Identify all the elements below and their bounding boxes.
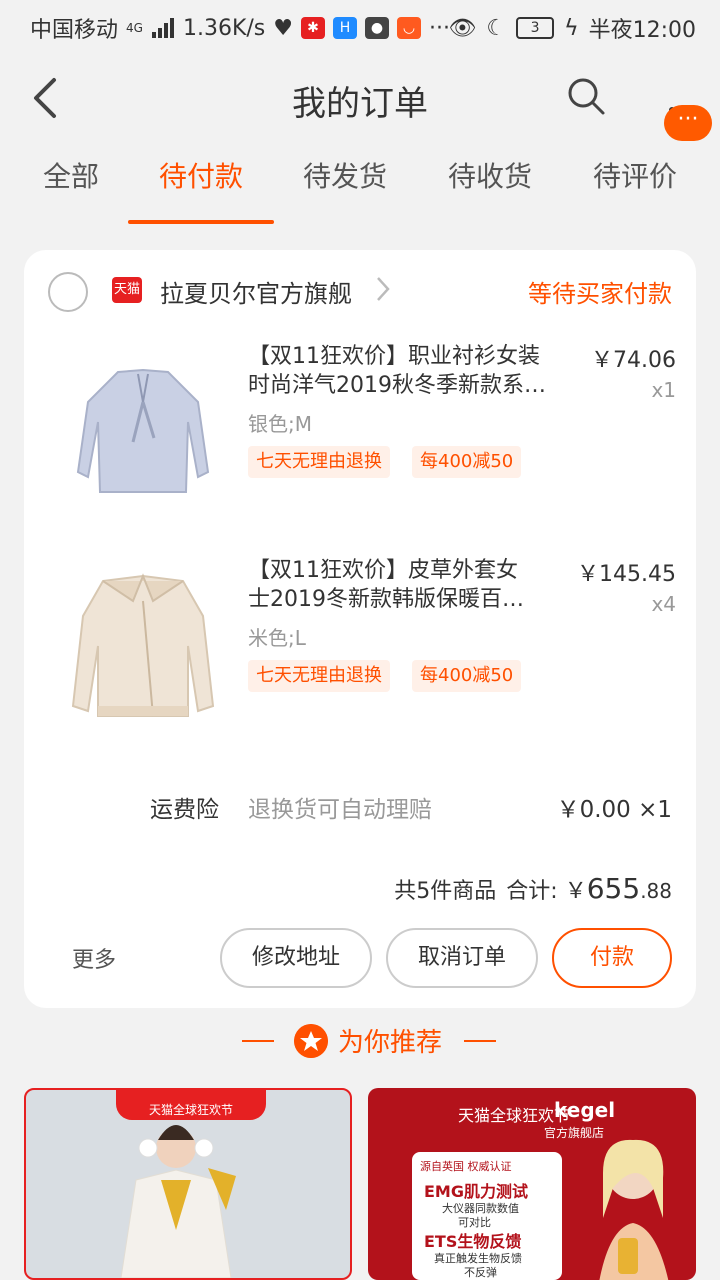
page-title: 我的订单 [292,84,428,124]
app-icon-2: H [332,17,357,39]
charging-icon: ϟ [564,15,579,41]
app-icon-1: ✱ [300,17,325,39]
item-count: 共5件商品 [394,879,497,904]
status-left: 中国移动 4G 1.36K/s ♥ ✱ H ● ◡ ··· [30,12,450,44]
status-bar: 中国移动 4G 1.36K/s ♥ ✱ H ● ◡ ··· 👁 ☾ 3 ϟ 半夜… [0,0,720,50]
item-title[interactable]: 【双11狂欢价】皮草外套女 士2019冬新款韩版保暖百… [248,556,568,614]
clock: 半夜12:00 [588,18,696,43]
tag-discount: 每400减50 [412,660,522,692]
order-card: 天猫 拉夏贝尔官方旗舰 等待买家付款 【双11狂欢价】职业衬衫女装 时尚洋气20… [24,250,696,1008]
total-currency: ￥ [564,879,587,904]
item-title-line2: 士2019冬新款韩版保暖百… [248,587,524,612]
promo-line: ETS生物反馈 [424,1232,522,1251]
tmall-logo: 天猫 [112,277,142,303]
status-right: 👁 ☾ 3 ϟ 半夜12:00 [448,12,696,44]
tag-return-policy: 七天无理由退换 [248,446,390,478]
total-decimal: .88 [640,879,672,903]
item-title-line1: 【双11狂欢价】职业衬衫女装 [248,344,540,369]
tag-return-policy: 七天无理由退换 [248,660,390,692]
search-icon[interactable] [566,76,606,116]
battery-icon: 3 [516,17,555,39]
item-price: ￥145.45 [577,562,676,587]
tab-pending-receipt[interactable]: 待收货 [425,155,555,195]
item-title[interactable]: 【双11狂欢价】职业衬衫女装 时尚洋气2019秋冬季新款系… [248,342,568,400]
select-order-checkbox[interactable] [48,272,88,312]
recommend-card[interactable]: 天猫全球狂欢节 [24,1088,352,1280]
promo-tags: 源自英国 权威认证 [420,1160,512,1173]
app-icon-4: ◡ [396,17,421,39]
network-speed: 1.36K/s [182,15,266,41]
tab-all[interactable]: 全部 [6,155,136,195]
model-image [599,1139,669,1280]
item-quantity: x1 [651,378,676,402]
more-actions-link[interactable]: 更多 [72,942,116,974]
brand-logo: kegel [554,1098,616,1122]
recommend-title: 为你推荐 [338,1028,443,1058]
product-image-blouse[interactable] [48,342,238,532]
divider-line [464,1040,496,1042]
signal-icon [151,18,174,38]
eye-icon: 👁 [448,15,477,41]
order-tabs: 全部 待付款 待发货 待收货 待评价 [0,155,720,225]
insurance-label: 运费险 [150,797,219,823]
order-actions: 更多 修改地址 取消订单 付款 [24,928,696,988]
item-price: ￥74.06 [591,348,676,373]
header: 我的订单 ··· [0,50,720,145]
total-label: 合计: [506,879,558,904]
recommend-header: 为你推荐 [0,1020,720,1060]
order-total-row: 共5件商品 合计: ￥655.88 [24,872,696,912]
pay-button[interactable]: 付款 [552,928,672,988]
item-quantity: x4 [651,592,676,616]
promo-line: EMG肌力测试 [424,1182,528,1201]
message-badge[interactable]: ··· [664,105,712,141]
order-item[interactable]: 【双11狂欢价】职业衬衫女装 时尚洋气2019秋冬季新款系… ￥74.06 x1… [24,342,696,542]
star-icon [294,1024,328,1058]
shipping-insurance-row: 运费险 退换货可自动理赔 ￥0.00 ×1 [24,790,696,830]
order-item[interactable]: 【双11狂欢价】皮草外套女 士2019冬新款韩版保暖百… ￥145.45 x4 … [24,556,696,756]
order-status: 等待买家付款 [528,280,672,308]
item-title-line2: 时尚洋气2019秋冬季新款系… [248,373,546,398]
item-spec: 银色;M [248,412,312,436]
item-spec: 米色;L [248,626,306,650]
recommend-card[interactable]: 天猫全球狂欢节 kegel 官方旗舰店 源自英国 权威认证 EMG肌力测试 大仪… [368,1088,696,1280]
product-image-model-coat [120,1125,236,1278]
modify-address-button[interactable]: 修改地址 [220,928,372,988]
store-name[interactable]: 拉夏贝尔官方旗舰 [160,274,352,309]
promo-line: 不反弹 [464,1266,497,1279]
carrier-label: 中国移动 [30,18,119,43]
total-integer: 655 [586,872,641,905]
more-notifications-icon: ··· [428,15,450,41]
insurance-price: ￥0.00 ×1 [556,797,672,823]
network-indicator: 4G [126,21,143,35]
tab-pending-shipment[interactable]: 待发货 [280,155,410,195]
active-tab-indicator [128,220,274,224]
store-row[interactable]: 天猫 拉夏贝尔官方旗舰 等待买家付款 [24,270,696,316]
product-image-coat[interactable] [48,556,238,746]
divider-line [242,1040,274,1042]
item-title-line1: 【双11狂欢价】皮草外套女 [248,558,518,583]
tab-pending-review[interactable]: 待评价 [570,155,700,195]
tag-discount: 每400减50 [412,446,522,478]
tab-pending-payment[interactable]: 待付款 [136,155,266,195]
moon-icon: ☾ [486,15,507,41]
cancel-order-button[interactable]: 取消订单 [386,928,538,988]
heart-icon: ♥ [273,15,293,41]
app-icon-3: ● [364,17,389,39]
insurance-desc: 退换货可自动理赔 [248,797,432,823]
chevron-right-icon [377,277,390,301]
